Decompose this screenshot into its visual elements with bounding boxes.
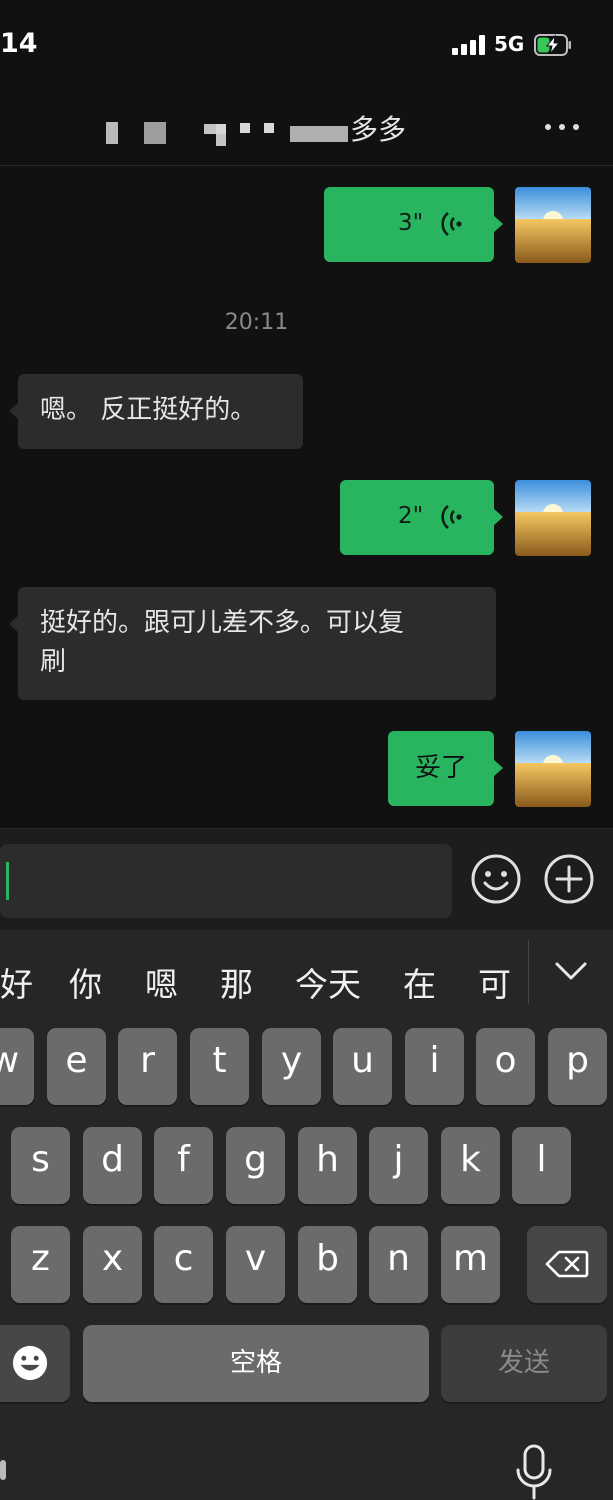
key[interactable]: t <box>190 1028 249 1105</box>
plus-circle-icon[interactable] <box>543 853 595 905</box>
candidate-word[interactable]: 嗯 <box>145 958 178 1006</box>
send-key[interactable]: 发送 <box>441 1325 607 1402</box>
cellular-signal-icon <box>452 35 486 55</box>
text-caret <box>6 862 9 900</box>
candidate-word[interactable]: 在 <box>403 958 436 1006</box>
status-time: 14 <box>0 28 38 59</box>
space-key[interactable]: 空格 <box>83 1325 429 1402</box>
key[interactable]: w <box>0 1028 34 1105</box>
candidate-word[interactable]: 那 <box>220 958 253 1006</box>
voice-wave-icon <box>441 211 462 237</box>
message-text: 妥了 <box>414 753 467 783</box>
input-bar <box>0 828 613 930</box>
voice-duration: 3" <box>398 210 424 236</box>
key[interactable]: f <box>154 1127 213 1204</box>
key[interactable]: l <box>512 1127 571 1204</box>
backspace-icon <box>545 1250 589 1278</box>
message-text-line: 刷 <box>40 647 67 677</box>
incoming-message-bubble[interactable]: 嗯。 反正挺好的。 <box>9 374 303 449</box>
my-avatar[interactable] <box>515 187 591 263</box>
key[interactable]: i <box>405 1028 464 1105</box>
backspace-key[interactable] <box>527 1226 607 1303</box>
key[interactable]: b <box>298 1226 357 1303</box>
message-input[interactable] <box>0 844 452 918</box>
globe-key-icon[interactable] <box>0 1460 6 1480</box>
key[interactable]: p <box>548 1028 607 1105</box>
key[interactable]: n <box>369 1226 428 1303</box>
candidate-word[interactable]: 可 <box>478 958 511 1006</box>
candidate-word[interactable]: 好 <box>0 958 33 1006</box>
chat-header: 多多 <box>0 90 613 166</box>
more-dots-icon[interactable] <box>542 114 582 138</box>
key[interactable]: m <box>441 1226 500 1303</box>
emoji-key[interactable] <box>0 1325 70 1402</box>
message-list[interactable]: 3" 20:11 嗯。 反正挺好的。 2" 挺好的。跟可儿差不多。可以复 刷 妥… <box>0 167 613 827</box>
emoji-icon[interactable] <box>470 853 522 905</box>
message-text: 嗯。 反正挺好的。 <box>40 395 257 425</box>
key[interactable]: h <box>298 1127 357 1204</box>
chevron-down-icon[interactable] <box>553 958 589 984</box>
incoming-message-bubble[interactable]: 挺好的。跟可儿差不多。可以复 刷 <box>9 587 496 700</box>
message-timestamp: 20:11 <box>224 310 289 335</box>
network-type: 5G <box>494 32 525 56</box>
key[interactable]: o <box>476 1028 535 1105</box>
smiley-icon <box>12 1345 48 1381</box>
key[interactable]: v <box>226 1226 285 1303</box>
key[interactable]: u <box>333 1028 392 1105</box>
my-avatar[interactable] <box>515 480 591 556</box>
status-bar: 14 5G <box>0 0 613 90</box>
key[interactable]: y <box>262 1028 321 1105</box>
my-avatar[interactable] <box>515 731 591 807</box>
key[interactable]: k <box>441 1127 500 1204</box>
key[interactable]: d <box>83 1127 142 1204</box>
outgoing-message-bubble[interactable]: 妥了 <box>388 731 503 806</box>
microphone-icon[interactable] <box>514 1444 554 1500</box>
key[interactable]: z <box>11 1226 70 1303</box>
key[interactable]: j <box>369 1127 428 1204</box>
key[interactable]: r <box>118 1028 177 1105</box>
message-text-line: 挺好的。跟可儿差不多。可以复 <box>40 608 405 638</box>
keyboard: w e r t y u i o p s d f g h j k l z x c … <box>0 1010 613 1500</box>
key[interactable]: c <box>154 1226 213 1303</box>
key[interactable]: g <box>226 1127 285 1204</box>
key[interactable]: e <box>47 1028 106 1105</box>
battery-charging-icon <box>534 34 571 56</box>
key[interactable]: s <box>11 1127 70 1204</box>
voice-duration: 2" <box>398 503 424 529</box>
key[interactable]: x <box>83 1226 142 1303</box>
voice-message-bubble[interactable]: 2" <box>340 480 503 555</box>
candidate-divider <box>528 940 529 1004</box>
candidate-word[interactable]: 你 <box>69 958 102 1006</box>
voice-wave-icon <box>441 504 462 530</box>
voice-message-bubble[interactable]: 3" <box>324 187 503 262</box>
candidate-word[interactable]: 今天 <box>295 958 361 1006</box>
chat-title[interactable]: 多多 <box>350 108 406 148</box>
